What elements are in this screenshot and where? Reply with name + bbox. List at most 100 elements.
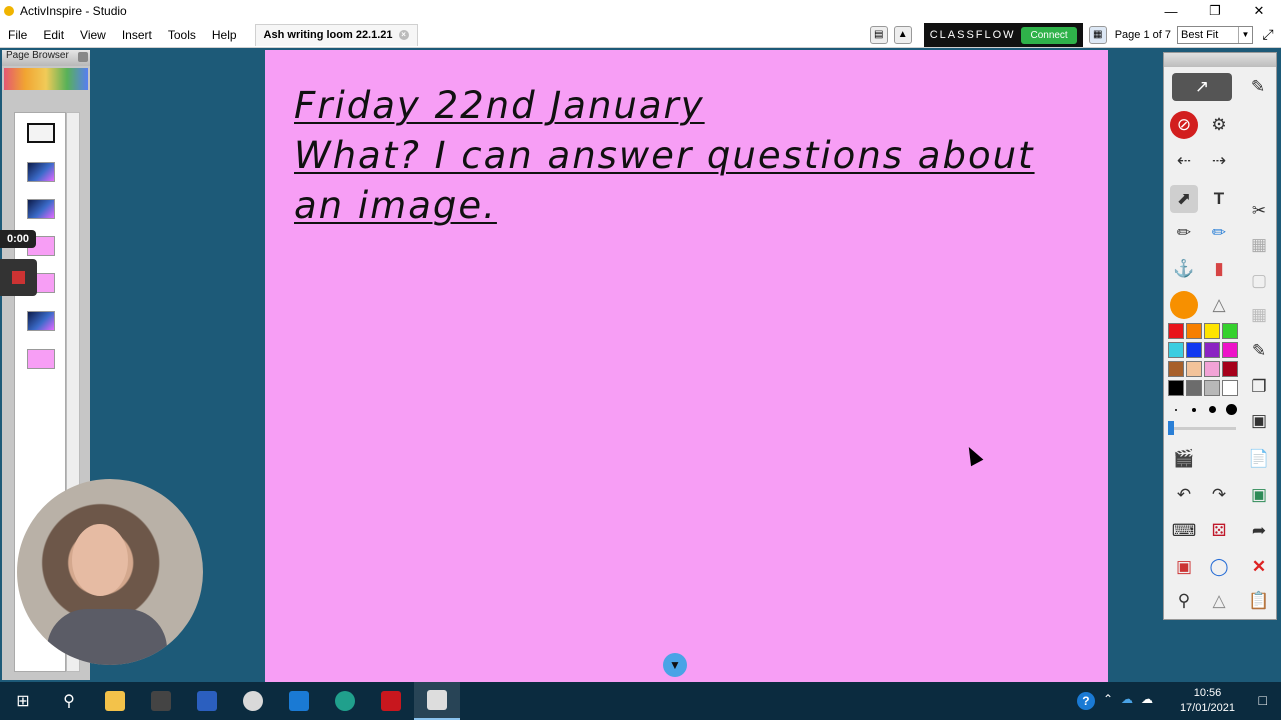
fullscreen-icon[interactable]: ⤢ bbox=[1259, 26, 1277, 44]
color-swatch[interactable] bbox=[1222, 342, 1238, 358]
document-tab[interactable]: Ash writing loom 22.1.21 × bbox=[254, 23, 418, 46]
restore-button[interactable]: ❐ bbox=[1193, 0, 1237, 22]
scissors-icon[interactable]: ✂ bbox=[1245, 197, 1273, 225]
pen-icon[interactable]: ✏ bbox=[1170, 219, 1198, 247]
magnifier-icon[interactable]: ⚲ bbox=[1170, 587, 1198, 615]
close-window-button[interactable]: ✕ bbox=[1237, 0, 1281, 22]
reorder-icon[interactable]: ▦ bbox=[1245, 301, 1273, 329]
close-tab-icon[interactable]: × bbox=[398, 30, 409, 40]
color-swatch[interactable] bbox=[1168, 342, 1184, 358]
pen-width-slider[interactable] bbox=[1170, 427, 1236, 430]
share-icon[interactable]: ↗ bbox=[1172, 73, 1232, 101]
fill-icon[interactable]: ⚓ bbox=[1170, 255, 1198, 283]
color-swatch[interactable] bbox=[1204, 323, 1220, 339]
chevron-up-icon[interactable]: ⌃ bbox=[1103, 692, 1113, 710]
pen-size-2[interactable] bbox=[1192, 408, 1196, 412]
menu-tools[interactable]: Tools bbox=[160, 22, 204, 48]
color-swatch[interactable] bbox=[1168, 323, 1184, 339]
edge-button[interactable] bbox=[322, 682, 368, 720]
menu-insert[interactable]: Insert bbox=[114, 22, 160, 48]
color-swatch[interactable] bbox=[1186, 380, 1202, 396]
shape-color-icon[interactable] bbox=[1170, 291, 1198, 319]
heading-objective[interactable]: What? I can answer questions about bbox=[294, 134, 1035, 177]
minimize-button[interactable]: — bbox=[1149, 0, 1193, 22]
word-button[interactable] bbox=[184, 682, 230, 720]
onedrive-icon[interactable]: ☁ bbox=[1121, 692, 1133, 710]
color-swatch[interactable] bbox=[1186, 342, 1202, 358]
menu-file[interactable]: File bbox=[0, 22, 35, 48]
paint-button[interactable] bbox=[230, 682, 276, 720]
paste-icon[interactable]: ➦ bbox=[1245, 517, 1273, 545]
notifications-icon[interactable]: □ bbox=[1259, 692, 1267, 708]
color-swatch[interactable] bbox=[1168, 361, 1184, 377]
profile-edit-icon[interactable]: ✎ bbox=[1244, 73, 1272, 101]
pen-size-4[interactable] bbox=[1226, 404, 1237, 415]
heading-date[interactable]: Friday 22nd January bbox=[294, 84, 705, 127]
cloud-icon[interactable]: ☁ bbox=[1141, 692, 1153, 710]
page-icon[interactable]: 📄 bbox=[1245, 445, 1273, 473]
color-swatch[interactable] bbox=[1204, 380, 1220, 396]
text-tool-icon[interactable]: T bbox=[1205, 185, 1233, 213]
classflow-connect-button[interactable]: Connect bbox=[1021, 26, 1077, 44]
color-swatch[interactable] bbox=[1222, 361, 1238, 377]
page-thumbnail[interactable] bbox=[27, 123, 55, 143]
dashboard-icon[interactable]: ▲ bbox=[893, 26, 912, 44]
insert-image-icon[interactable]: ▣ bbox=[1245, 481, 1273, 509]
clipboard-icon[interactable]: 📋 bbox=[1245, 587, 1273, 615]
flipchart-page[interactable]: Friday 22nd January What? I can answer q… bbox=[265, 50, 1108, 682]
start-button[interactable]: ⊞ bbox=[0, 682, 46, 720]
page-thumbnail[interactable] bbox=[27, 349, 55, 369]
page-layout-icon[interactable]: ▦ bbox=[1088, 26, 1107, 44]
color-swatch[interactable] bbox=[1186, 323, 1202, 339]
panel-close-icon[interactable] bbox=[78, 52, 88, 62]
previous-page-icon[interactable]: ⇠ bbox=[1170, 147, 1198, 175]
stop-recording-button[interactable] bbox=[0, 259, 37, 296]
menu-edit[interactable]: Edit bbox=[35, 22, 72, 48]
color-swatch[interactable] bbox=[1204, 342, 1220, 358]
duplicate-icon[interactable]: ▢ bbox=[1245, 267, 1273, 295]
pen-size-3[interactable] bbox=[1209, 406, 1216, 413]
copy-page-icon[interactable]: ❐ bbox=[1245, 373, 1273, 401]
file-explorer-button[interactable] bbox=[92, 682, 138, 720]
search-button[interactable]: ⚲ bbox=[46, 682, 92, 720]
menu-view[interactable]: View bbox=[72, 22, 114, 48]
keyboard-icon[interactable]: ⌨ bbox=[1170, 517, 1198, 545]
page-thumbnail[interactable] bbox=[27, 311, 55, 331]
scroll-down-icon[interactable]: ▼ bbox=[663, 653, 687, 677]
select-tool-icon[interactable]: ⬈ bbox=[1170, 185, 1198, 213]
page-notes-icon[interactable]: ▤ bbox=[869, 26, 888, 44]
menu-help[interactable]: Help bbox=[204, 22, 245, 48]
undo-icon[interactable]: ↶ bbox=[1170, 481, 1198, 509]
highlighter-icon[interactable]: ✏ bbox=[1205, 219, 1233, 247]
acrobat-button[interactable] bbox=[368, 682, 414, 720]
sims-button[interactable] bbox=[138, 682, 184, 720]
handwriting-icon[interactable]: △ bbox=[1205, 587, 1233, 615]
system-clock[interactable]: 10:56 17/01/2021 bbox=[1180, 686, 1235, 716]
activinspire-taskbar-button[interactable] bbox=[414, 682, 460, 720]
save-icon[interactable]: ▣ bbox=[1245, 407, 1273, 435]
color-swatch[interactable] bbox=[1204, 361, 1220, 377]
group-icon[interactable]: ▦ bbox=[1245, 231, 1273, 259]
pointer-stop-icon[interactable]: ⊘ bbox=[1170, 111, 1198, 139]
heading-objective-continued[interactable]: an image. bbox=[294, 184, 497, 227]
color-swatch[interactable] bbox=[1222, 380, 1238, 396]
shapes-icon[interactable]: △ bbox=[1205, 291, 1233, 319]
tools-icon[interactable]: ⚙ bbox=[1205, 111, 1233, 139]
color-swatch[interactable] bbox=[1186, 361, 1202, 377]
resource-library-icon[interactable]: ▣ bbox=[1170, 553, 1198, 581]
web-browser-icon[interactable]: ◯ bbox=[1205, 553, 1233, 581]
clapper-icon[interactable]: 🎬 bbox=[1170, 445, 1198, 473]
eraser-icon[interactable]: ▮ bbox=[1205, 255, 1233, 283]
clipboard-edit-icon[interactable]: ✎ bbox=[1245, 337, 1273, 365]
pen-size-1[interactable] bbox=[1175, 409, 1177, 411]
page-thumbnail[interactable] bbox=[27, 162, 55, 182]
outlook-button[interactable] bbox=[276, 682, 322, 720]
color-swatch[interactable] bbox=[1222, 323, 1238, 339]
color-swatch[interactable] bbox=[1168, 380, 1184, 396]
page-thumbnail[interactable] bbox=[27, 199, 55, 219]
zoom-select[interactable]: Best Fit ▼ bbox=[1177, 26, 1253, 44]
dice-icon[interactable]: ⚄ bbox=[1205, 517, 1233, 545]
help-icon[interactable]: ? bbox=[1076, 692, 1095, 710]
pen-width-handle[interactable] bbox=[1168, 421, 1174, 435]
redo-icon[interactable]: ↷ bbox=[1205, 481, 1233, 509]
